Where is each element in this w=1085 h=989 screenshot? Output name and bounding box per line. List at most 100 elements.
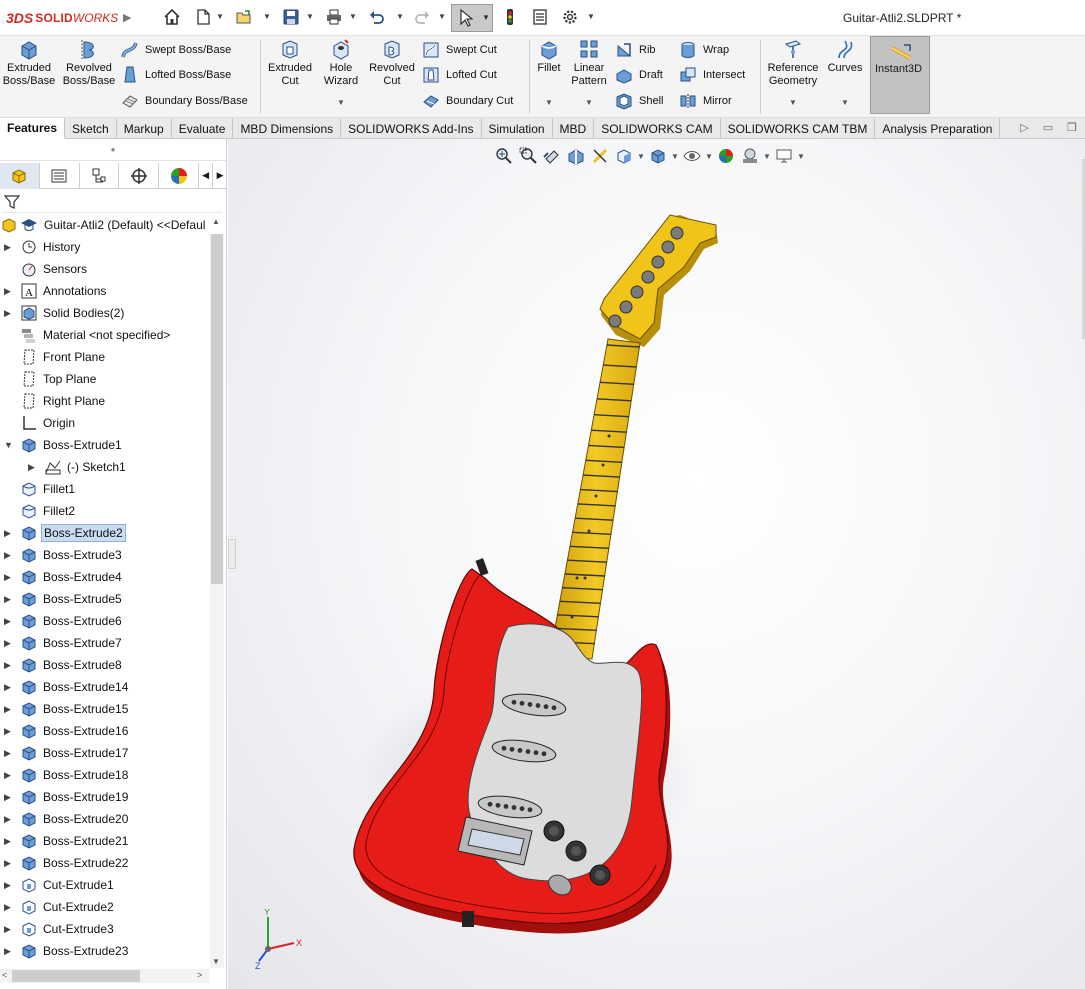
tree-item[interactable]: Sensors (0, 258, 210, 280)
tree-item[interactable]: Top Plane (0, 368, 210, 390)
shell-button[interactable]: Shell (615, 90, 663, 112)
new-dropdown-icon[interactable]: ▼ (216, 12, 224, 22)
scroll-down-icon[interactable]: ▼ (212, 957, 220, 966)
tab-simulation[interactable]: Simulation (482, 118, 553, 139)
tree-item[interactable]: ▶ Boss-Extrude20 (0, 808, 210, 830)
expand-arrow-icon[interactable]: ▶ (4, 814, 12, 825)
expand-arrow-icon[interactable]: ▶ (4, 748, 12, 759)
panel-grip-icon[interactable]: ● (0, 139, 226, 161)
open-button[interactable] (233, 6, 255, 28)
restore-icon[interactable]: ❐ (1067, 121, 1077, 134)
tab-mbd-dimensions[interactable]: MBD Dimensions (233, 118, 342, 139)
scroll-right-icon[interactable]: > (197, 970, 202, 980)
lofted-boss-button[interactable]: Lofted Boss/Base (121, 64, 231, 86)
wrap-button[interactable]: Wrap (679, 39, 729, 61)
tab-mbd[interactable]: MBD (553, 118, 595, 139)
minimize-icon[interactable]: ▭ (1043, 121, 1053, 134)
feature-manager-tab[interactable] (0, 163, 40, 189)
tree-item[interactable]: ▶ A Annotations (0, 280, 210, 302)
print-dropdown-icon[interactable]: ▼ (349, 12, 357, 22)
linear-pattern-button[interactable]: Linear Pattern (568, 38, 610, 88)
tree-item[interactable]: Front Plane (0, 346, 210, 368)
options-button[interactable] (559, 6, 581, 28)
tree-item[interactable]: ▶ Boss-Extrude5 (0, 588, 210, 610)
rebuild-button[interactable] (499, 6, 521, 28)
tree-item[interactable]: ▶ Cut-Extrude1 (0, 874, 210, 896)
curves-button[interactable]: Curves (826, 38, 864, 75)
tabs-scroll-left-icon[interactable]: ◀ (199, 163, 214, 188)
tree-item[interactable]: Origin (0, 412, 210, 434)
expand-arrow-icon[interactable]: ▶ (4, 880, 12, 891)
home-button[interactable] (161, 6, 183, 28)
tab-features[interactable]: Features (0, 118, 66, 139)
curves-dropdown-icon[interactable]: ▼ (841, 98, 849, 107)
expand-arrow-icon[interactable]: ▶ (4, 550, 12, 561)
extruded-cut-button[interactable]: Extruded Cut (264, 38, 316, 88)
expand-arrow-icon[interactable]: ▶ (4, 902, 12, 913)
tree-item[interactable]: ▼ Boss-Extrude1 (0, 434, 210, 456)
tree-item[interactable]: ▶ Boss-Extrude17 (0, 742, 210, 764)
expand-arrow-icon[interactable]: ▶ (4, 704, 12, 715)
graphics-area[interactable]: ▼ ▼ ▼ ▼ ▼ Y X Z (228, 139, 1085, 989)
expand-arrow-icon[interactable]: ▶ (4, 792, 12, 803)
new-button[interactable] (192, 6, 214, 28)
fillet-dropdown-icon[interactable]: ▼ (545, 98, 553, 107)
expand-arrow-icon[interactable]: ▶ (4, 594, 12, 605)
expand-arrow-icon[interactable]: ▶ (4, 638, 12, 649)
reference-geometry-dropdown-icon[interactable]: ▼ (789, 98, 797, 107)
tree-item[interactable]: ▶ Boss-Extrude7 (0, 632, 210, 654)
tree-item[interactable]: ▶ Boss-Extrude16 (0, 720, 210, 742)
tabs-scroll-right-icon[interactable]: ▶ (213, 163, 227, 188)
tab-markup[interactable]: Markup (117, 118, 172, 139)
boundary-cut-button[interactable]: Boundary Cut (422, 90, 513, 112)
tree-item[interactable]: ▶ Boss-Extrude23 (0, 940, 210, 962)
tree-filter[interactable] (2, 191, 222, 213)
swept-cut-button[interactable]: Swept Cut (422, 39, 497, 61)
tab-analysis-preparation[interactable]: Analysis Preparation (875, 118, 1001, 139)
tree-item[interactable]: ▶ Boss-Extrude4 (0, 566, 210, 588)
instant3d-button[interactable]: Instant3D (870, 36, 930, 114)
tab-solidworks-cam-tbm[interactable]: SOLIDWORKS CAM TBM (721, 118, 876, 139)
expand-arrow-icon[interactable]: ▶ (4, 572, 12, 583)
tree-root[interactable]: Guitar-Atli2 (Default) <<Defaul (0, 214, 210, 236)
tree-item[interactable]: ▶ Boss-Extrude18 (0, 764, 210, 786)
guitar-headstock[interactable] (599, 214, 718, 347)
tree-item[interactable]: ▶ Cut-Extrude2 (0, 896, 210, 918)
guitar-neck[interactable] (549, 338, 641, 660)
tab-solidworks-cam[interactable]: SOLIDWORKS CAM (594, 118, 721, 139)
revolved-cut-button[interactable]: Revolved Cut (366, 38, 418, 88)
scroll-left-icon[interactable]: < (2, 970, 7, 980)
tree-item[interactable]: ▶ (-) Sketch1 (0, 456, 210, 478)
scroll-up-icon[interactable]: ▲ (212, 217, 220, 226)
expand-arrow-icon[interactable]: ▶ (4, 770, 12, 781)
scrollbar-thumb[interactable] (211, 234, 223, 584)
save-dropdown-icon[interactable]: ▼ (306, 12, 314, 22)
expand-arrow-icon[interactable]: ▶ (4, 924, 12, 935)
expand-arrow-icon[interactable]: ▶ (4, 946, 12, 957)
rib-button[interactable]: Rib (615, 39, 656, 61)
expand-arrow-icon[interactable]: ▶ (4, 616, 12, 627)
expand-arrow-icon[interactable]: ▶ (4, 836, 12, 847)
select-dropdown-icon[interactable]: ▼ (482, 13, 490, 22)
property-manager-tab[interactable] (40, 163, 80, 189)
revolved-boss-button[interactable]: Revolved Boss/Base (62, 38, 116, 88)
tab-solidworks-add-ins[interactable]: SOLIDWORKS Add-Ins (341, 118, 482, 139)
tree-item[interactable]: ▶ Boss-Extrude14 (0, 676, 210, 698)
expand-arrow-icon[interactable]: ▶ (4, 858, 12, 869)
menu-expand-icon[interactable]: ▶ (123, 11, 131, 24)
solidworks-logo[interactable]: 3DS SOLID WORKS (6, 9, 118, 27)
tree-item[interactable]: ▶ Boss-Extrude19 (0, 786, 210, 808)
boundary-boss-button[interactable]: Boundary Boss/Base (121, 90, 248, 112)
expand-arrow-icon[interactable]: ▶ (4, 726, 12, 737)
expand-arrow-icon[interactable]: ▶ (4, 242, 12, 253)
tree-item[interactable]: ▶ Boss-Extrude22 (0, 852, 210, 874)
lofted-cut-button[interactable]: Lofted Cut (422, 64, 497, 86)
redo-button[interactable] (411, 6, 433, 28)
tree-item[interactable]: Material <not specified> (0, 324, 210, 346)
undo-dropdown-icon[interactable]: ▼ (396, 12, 404, 22)
tree-item[interactable]: ▶ Cut-Extrude3 (0, 918, 210, 940)
tree-item[interactable]: ▶ Boss-Extrude3 (0, 544, 210, 566)
expand-arrow-icon[interactable]: ▶ (28, 462, 36, 473)
expand-arrow-icon[interactable]: ▶ (4, 660, 12, 671)
hole-wizard-dropdown-icon[interactable]: ▼ (337, 98, 345, 107)
